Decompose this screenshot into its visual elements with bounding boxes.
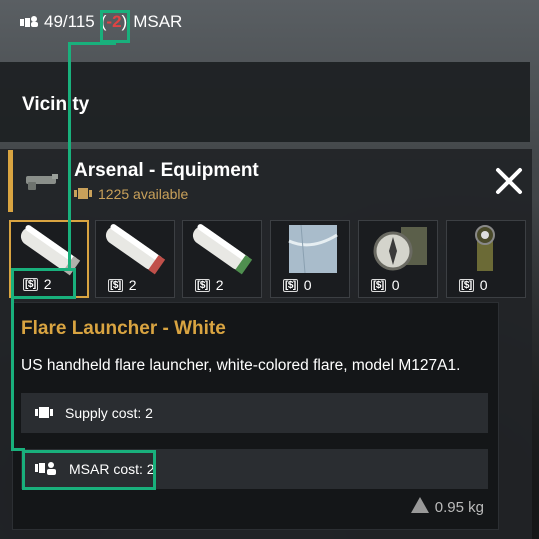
arsenal-title: Arsenal - Equipment (74, 160, 259, 181)
slot-cost-value: 2 (43, 276, 52, 292)
supply-cost-label: Supply cost: 2 (65, 405, 153, 421)
item-slot-flare-white[interactable]: [$] 2 (9, 220, 89, 298)
item-slot-flare-red[interactable]: [$] 2 (95, 220, 175, 298)
flare-launcher-white-icon (20, 225, 81, 276)
slot-cost: [$] 0 (459, 277, 488, 293)
close-icon (496, 168, 522, 194)
supply-cost-icon: [$] (195, 278, 210, 292)
flare-launcher-green-icon (192, 224, 253, 275)
arsenal-availability: 1225 available (74, 186, 188, 202)
slot-cost-value: 0 (479, 277, 488, 293)
vicinity-panel[interactable]: Vicinity (0, 62, 530, 142)
weight-value: 0.95 kg (434, 498, 484, 516)
supply-cost-icon: [$] (459, 278, 474, 292)
supply-icon (74, 186, 92, 202)
supply-cost-row: Supply cost: 2 (21, 393, 488, 433)
delta-close: ) (121, 12, 128, 31)
slot-cost-value: 2 (128, 277, 137, 293)
slot-cost: [$] 2 (195, 277, 224, 293)
close-button[interactable] (494, 166, 524, 196)
available-count: 1225 available (98, 186, 189, 202)
flare-launcher-red-icon (105, 224, 166, 275)
item-slot-flashlight[interactable]: [$] 0 (446, 220, 526, 298)
supply-cost-icon: [$] (108, 278, 123, 292)
slot-cost: [$] 2 (23, 276, 52, 292)
arsenal-equipment-icon (24, 170, 60, 197)
map-icon (288, 224, 338, 274)
item-tooltip: Flare Launcher - White US handheld flare… (12, 302, 499, 530)
msar-count: 49/115 (44, 12, 95, 31)
supply-icon (35, 405, 53, 421)
compass-icon (373, 227, 427, 271)
msar-cost-row: MSAR cost: 2 (21, 449, 488, 489)
item-weight: 0.95 kg (410, 497, 484, 517)
slot-cost: [$] 0 (283, 277, 312, 293)
slot-cost-value: 0 (303, 277, 312, 293)
item-slot-map[interactable]: [$] 0 (270, 220, 350, 298)
msar-icon (35, 461, 57, 478)
weight-icon (410, 497, 429, 517)
slot-cost-value: 0 (391, 277, 400, 293)
slot-cost: [$] 0 (371, 277, 400, 293)
msar-delta: (-2) (101, 12, 127, 32)
supply-cost-icon: [$] (23, 277, 38, 291)
slot-cost: [$] 2 (108, 277, 137, 293)
slot-cost-value: 2 (215, 277, 224, 293)
msar-icon (20, 15, 38, 29)
msar-delta-value: -2 (106, 12, 122, 31)
msar-unit: MSAR (133, 12, 183, 31)
vicinity-title: Vicinity (22, 94, 90, 115)
item-slot-flare-green[interactable]: [$] 2 (182, 220, 262, 298)
flashlight-icon (475, 225, 495, 271)
supply-cost-icon: [$] (283, 278, 298, 292)
tooltip-description: US handheld flare launcher, white-colore… (21, 357, 461, 374)
msar-counter: 49/115 (-2) MSAR (20, 8, 182, 36)
tooltip-title: Flare Launcher - White (21, 318, 226, 339)
supply-cost-icon: [$] (371, 278, 386, 292)
msar-cost-label: MSAR cost: 2 (69, 461, 155, 477)
item-slot-compass[interactable]: [$] 0 (358, 220, 438, 298)
arsenal-accent-bar (8, 150, 13, 212)
